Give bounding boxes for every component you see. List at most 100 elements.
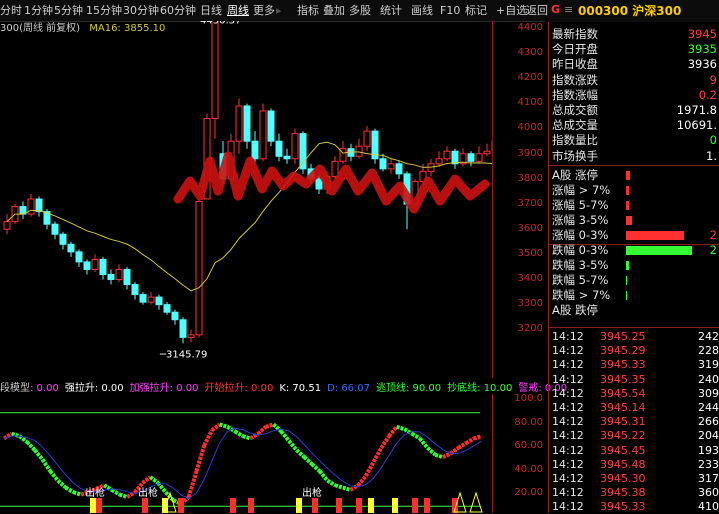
candle[interactable] [91,254,99,272]
toolbar-button-2[interactable]: 多股 [349,3,371,19]
toolbar-period-6[interactable]: 日线 [200,3,222,19]
toolbar-period-0[interactable]: 分时 [0,3,22,19]
candle[interactable] [259,103,267,162]
quote-row: 指数涨幅 0.2 [552,88,717,103]
toolbar-button-4[interactable]: 画线 [411,3,433,19]
candle[interactable] [291,128,299,164]
candle[interactable] [363,126,371,152]
candle[interactable] [451,148,459,169]
toolbar-period-7[interactable]: 周线 [227,3,249,19]
kd-segment [219,422,228,429]
candle[interactable] [211,21,219,139]
period-toolbar: 分时 1分钟 5分钟 15分钟 30分钟 60分钟 日线 周线 更多 ▸ 指标 叠加 多股 统计 画线 F10… [0,0,548,22]
toolbar-period-4[interactable]: 30分钟 [123,3,159,19]
toolbar-period-3[interactable]: 15分钟 [86,3,122,19]
menu-icon[interactable]: ≡ [564,3,573,16]
toolbar-period-1[interactable]: 1分钟 [24,3,53,19]
candle[interactable] [283,148,291,164]
more-arrow-icon[interactable]: ▸ [276,3,282,19]
candle[interactable] [147,292,155,305]
indicator-axis: 100.0 80.00 60.00 40.00 20.00 [492,393,547,513]
candle[interactable] [27,193,35,217]
candle[interactable] [107,269,115,285]
candle[interactable] [187,329,195,343]
candle[interactable] [299,131,307,174]
candle[interactable] [395,161,403,179]
candle[interactable] [123,266,131,290]
toolbar-button-6[interactable]: 标记 [465,3,487,19]
quote-value: 10691. [676,118,717,133]
dist-label: 跌幅 0-3% [552,243,609,257]
candle[interactable] [155,294,163,310]
dist-row: A股 涨停 [552,168,717,183]
candle[interactable] [131,282,139,300]
candle[interactable] [275,133,283,162]
dist-row: 跌幅 > 7% [552,288,717,303]
candle[interactable] [67,241,75,257]
candle[interactable] [99,256,107,280]
candle[interactable] [75,249,83,267]
candlestick-chart[interactable]: ─4450.37 ─3145.79 [0,21,492,379]
signal-triangle [469,491,483,513]
tick-row: 14:12 3945.30 3171 [552,471,719,486]
tick-volume: 2339 [698,457,719,471]
candle[interactable] [83,259,91,275]
signal-label: 出枪 [138,486,158,499]
toolbar-period-5[interactable]: 60分钟 [160,3,196,19]
indicator-value-0: : 0.00 [30,383,59,394]
candle[interactable] [267,108,275,147]
candle[interactable] [3,214,11,235]
candle[interactable] [435,151,443,167]
candle[interactable] [59,231,67,250]
candle[interactable] [35,196,43,217]
candle[interactable] [459,148,467,167]
toolbar-button-0[interactable]: 指标 [297,3,319,19]
kd-segment [186,470,199,498]
quote-value: 1971.8 [676,103,717,117]
candle[interactable] [171,309,179,325]
tick-row: 14:12 3945.29 2280 [552,343,719,358]
toolbar-period-8[interactable]: 更多 [253,3,275,19]
kd-segment [418,437,430,450]
indicator-chart[interactable]: 出枪 出枪 出枪 [0,395,492,513]
tick-time: 14:12 [552,500,584,514]
dist-label: 涨幅 > 7% [552,183,611,197]
tick-price: 3945.48 [600,457,646,471]
candle[interactable] [355,138,363,159]
candle[interactable] [163,302,171,315]
candle[interactable] [195,199,203,338]
kd-segment [40,458,52,473]
candle[interactable] [443,146,451,162]
candle[interactable] [51,221,59,240]
kd-segment [149,475,160,485]
toolbar-button-8[interactable]: 返回 [526,3,548,19]
tick-price: 3945.38 [600,486,646,500]
candle[interactable] [19,201,27,220]
candle[interactable] [371,128,379,164]
tick-time: 14:12 [552,386,584,400]
kd-segment [434,452,444,460]
toolbar-button-7[interactable]: +自选 [496,3,527,19]
tick-row: 14:12 3945.31 2663 [552,414,719,429]
toolbar-button-1[interactable]: 叠加 [323,3,345,19]
candle[interactable] [139,292,147,305]
candle[interactable] [483,143,491,157]
tick-time: 14:12 [552,330,584,343]
quote-label: 昨日收盘 [552,57,598,72]
candle[interactable] [475,146,483,164]
tick-volume: 2043 [698,429,719,443]
candle[interactable] [387,158,395,174]
kd-segment [242,434,251,441]
candle[interactable] [243,103,251,149]
candle[interactable] [235,98,243,154]
quote-row: 总成交量 10691. [552,118,717,133]
candle[interactable] [115,264,123,283]
toolbar-button-5[interactable]: F10 [440,3,460,19]
toolbar-period-2[interactable]: 5分钟 [54,3,83,19]
candle[interactable] [467,151,475,167]
tick-price: 3945.45 [600,443,646,457]
kd-segment [194,444,207,472]
toolbar-button-3[interactable]: 统计 [380,3,402,19]
group-icon[interactable]: G [551,3,560,16]
candle[interactable] [179,317,187,344]
